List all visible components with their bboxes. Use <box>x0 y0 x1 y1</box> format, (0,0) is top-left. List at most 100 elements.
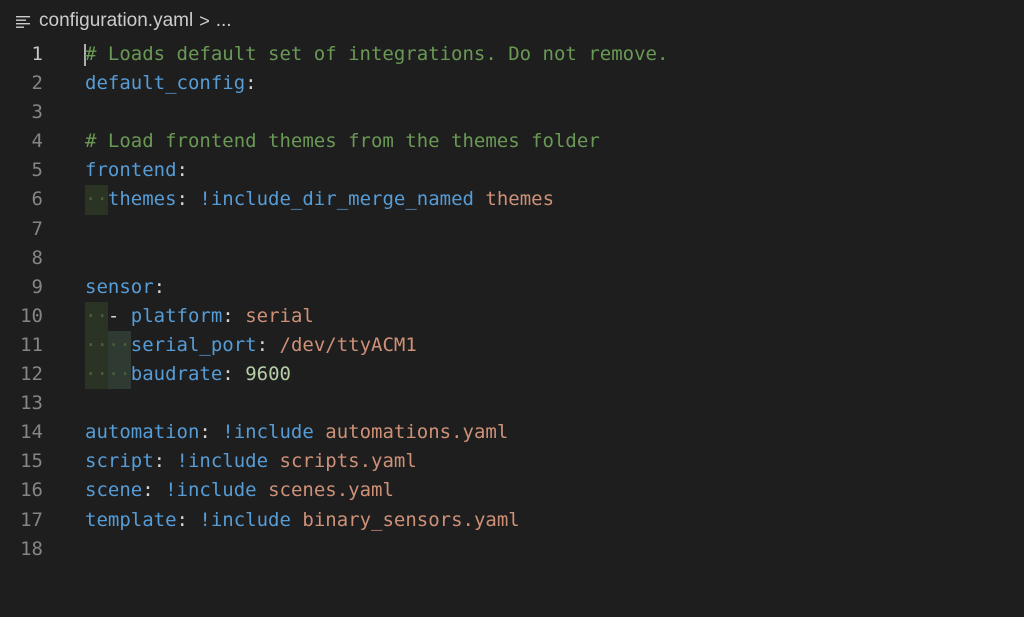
code-line[interactable]: 11 ····serial_port: /dev/ttyACM1 <box>0 330 1024 361</box>
code-token: sensor <box>85 275 154 298</box>
line-number: 1 <box>31 43 43 65</box>
code-token: scripts.yaml <box>279 450 417 473</box>
code-line[interactable]: 6 ··themes: !include_dir_merge_named them… <box>0 185 1024 215</box>
code-token: serial <box>245 304 314 327</box>
code-line[interactable]: 16 scene: !include scenes.yaml <box>0 476 1024 505</box>
line-content: frontend: <box>85 156 188 185</box>
code-token: themes <box>485 188 555 211</box>
code-line[interactable]: 8 <box>0 244 1024 273</box>
code-line[interactable]: 17 template: !include binary_sensors.yaml <box>0 506 1024 535</box>
code-line[interactable]: 12 ····baudrate: 9600 <box>0 360 1024 390</box>
line-content: ····baudrate: 9600 <box>85 360 291 390</box>
code-line[interactable]: 4 # Load frontend themes from the themes … <box>0 127 1024 156</box>
code-line[interactable]: 9 sensor: <box>0 273 1024 302</box>
code-token: script <box>85 450 154 473</box>
code-token: frontend <box>85 159 177 182</box>
code-line[interactable]: 1 # Loads default set of integrations. Do… <box>0 40 1024 69</box>
code-token: /dev/ttyACM1 <box>279 333 417 356</box>
line-content: default_config: <box>85 69 257 98</box>
line-number: 2 <box>31 72 43 95</box>
code-token: !include_dir_merge_named <box>199 188 474 211</box>
indent-guide: ·· <box>85 360 108 390</box>
code-token: : <box>222 304 246 327</box>
code-token: : <box>153 450 177 473</box>
code-token: default_config <box>85 72 246 95</box>
code-token: : <box>199 421 223 444</box>
code-token: : <box>256 333 280 356</box>
code-token: scenes.yaml <box>268 479 394 502</box>
line-number: 15 <box>20 450 43 473</box>
line-content: # Loads default set of integrations. Do … <box>85 40 668 69</box>
code-token: : <box>222 363 246 386</box>
indent-guide: ·· <box>107 330 131 361</box>
line-number: 16 <box>20 479 43 502</box>
line-content: scene: !include scenes.yaml <box>85 476 394 505</box>
line-content: template: !include binary_sensors.yaml <box>85 506 520 535</box>
code-line[interactable]: 7 <box>0 215 1024 244</box>
line-number: 17 <box>20 508 43 531</box>
code-token: scene <box>85 479 143 502</box>
line-number: 7 <box>31 217 43 240</box>
code-token: serial_port <box>130 333 257 356</box>
code-token: automations.yaml <box>325 421 509 444</box>
code-token: : <box>176 159 188 182</box>
indent-guide: ·· <box>107 360 131 390</box>
line-content: # Load frontend themes from the themes f… <box>85 127 600 156</box>
line-content: automation: !include automations.yaml <box>85 418 508 447</box>
code-token: baudrate <box>130 363 223 386</box>
line-number: 6 <box>31 188 43 211</box>
indent-guide: ·· <box>85 330 108 361</box>
line-content: script: !include scripts.yaml <box>85 447 417 476</box>
breadcrumb-separator: > <box>199 10 210 31</box>
code-token: : <box>176 188 200 211</box>
code-line[interactable]: 3 <box>0 98 1024 127</box>
line-number: 9 <box>31 275 43 298</box>
code-token: template <box>85 508 177 531</box>
code-token: - <box>107 304 131 327</box>
code-area[interactable]: 1 # Loads default set of integrations. Do… <box>0 40 1024 564</box>
line-number: 18 <box>20 537 43 560</box>
code-token: !include <box>176 450 269 473</box>
line-content: ····serial_port: /dev/ttyACM1 <box>85 330 417 361</box>
code-editor[interactable]: configuration.yaml > ... 1 # Loads defaul… <box>0 0 1024 617</box>
line-number: 4 <box>31 130 43 153</box>
line-number: 8 <box>31 246 43 269</box>
code-line[interactable]: 15 script: !include scripts.yaml <box>0 447 1024 476</box>
line-number: 5 <box>31 159 43 182</box>
line-number: 10 <box>20 304 43 327</box>
breadcrumb-more[interactable]: ... <box>216 10 232 32</box>
code-line[interactable]: 18 <box>0 535 1024 564</box>
code-line[interactable]: 5 frontend: <box>0 156 1024 185</box>
indent-guide: ·· <box>85 301 108 331</box>
code-token: themes <box>107 188 177 211</box>
line-number: 12 <box>20 363 43 386</box>
line-content: ··- platform: serial <box>85 301 314 331</box>
code-line[interactable]: 13 <box>0 389 1024 418</box>
code-token: 9600 <box>245 363 291 386</box>
line-number: 11 <box>20 333 43 356</box>
breadcrumb-file[interactable]: configuration.yaml <box>39 10 193 32</box>
code-token: # Load frontend themes from the themes f… <box>85 130 600 153</box>
code-token: !include <box>199 508 291 531</box>
list-icon <box>16 16 30 28</box>
line-number: 14 <box>20 421 43 444</box>
line-number: 13 <box>20 392 43 415</box>
line-number: 3 <box>31 101 43 124</box>
code-token: : <box>245 72 257 95</box>
code-token: # Loads default set of integrations. Do … <box>85 43 669 65</box>
code-line[interactable]: 10 ··- platform: serial <box>0 301 1024 331</box>
code-token: !include <box>222 421 314 444</box>
breadcrumb: configuration.yaml > ... <box>0 0 1024 42</box>
code-token: !include <box>165 479 257 502</box>
code-token: platform <box>130 304 223 327</box>
code-token: : <box>142 479 166 502</box>
code-line[interactable]: 2 default_config: <box>0 69 1024 98</box>
code-token: automation <box>85 421 200 444</box>
code-line[interactable]: 14 automation: !include automations.yaml <box>0 418 1024 447</box>
code-token: binary_sensors.yaml <box>302 508 520 531</box>
